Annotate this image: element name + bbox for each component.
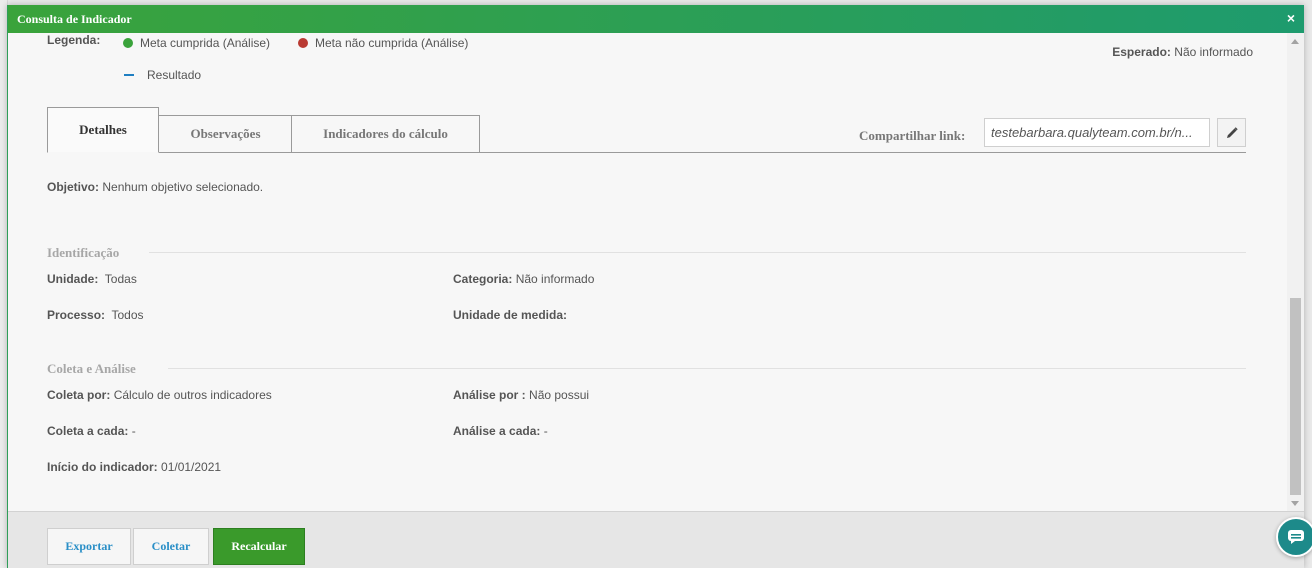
collect-by-field: Coleta por: Cálculo de outros indicadore…: [47, 388, 272, 402]
analysis-every-field: Análise a cada: -: [453, 424, 548, 438]
chat-icon: [1288, 530, 1304, 544]
legend-result-label: Resultado: [147, 68, 202, 82]
section-divider: [168, 368, 1246, 369]
analysis-every-label: Análise a cada:: [453, 424, 541, 438]
collect-by-label: Coleta por:: [47, 388, 111, 402]
scroll-thumb[interactable]: [1290, 298, 1301, 495]
scroll-up-icon[interactable]: [1291, 39, 1299, 44]
modal-header: Consulta de Indicador ×: [8, 5, 1304, 33]
share-link-input[interactable]: testebarbara.qualyteam.com.br/n...: [984, 118, 1210, 147]
analysis-by-label: Análise por :: [453, 388, 526, 402]
chat-button[interactable]: [1276, 517, 1312, 557]
blue-dash-icon: [124, 74, 134, 76]
analysis-by-value: Não possui: [529, 388, 590, 402]
vertical-scrollbar[interactable]: [1287, 33, 1304, 511]
collect-button[interactable]: Coletar: [133, 528, 209, 565]
objective-label: Objetivo:: [47, 180, 100, 194]
modal-title: Consulta de Indicador: [17, 12, 132, 26]
unit-label: Unidade:: [47, 272, 99, 286]
section-collection-title: Coleta e Análise: [47, 361, 136, 376]
legend-item-not-met: Meta não cumprida (Análise): [298, 36, 468, 50]
tab-calculation-indicators[interactable]: Indicadores do cálculo: [291, 115, 480, 153]
expected-text: Não informado: [1174, 45, 1253, 59]
legend-not-met-label: Meta não cumprida (Análise): [315, 36, 469, 50]
collect-by-value: Cálculo de outros indicadores: [113, 388, 272, 402]
analysis-by-field: Análise por : Não possui: [453, 388, 589, 402]
scroll-down-icon[interactable]: [1291, 501, 1299, 506]
process-label: Processo:: [47, 308, 106, 322]
tab-observations[interactable]: Observações: [158, 115, 293, 153]
section-identification-title: Identificação: [47, 245, 120, 260]
process-value: Todos: [111, 308, 144, 322]
category-value: Não informado: [515, 272, 595, 286]
section-divider: [149, 252, 1246, 253]
measure-unit-field: Unidade de medida:: [453, 308, 567, 322]
edit-link-button[interactable]: [1217, 118, 1246, 147]
recalculate-button[interactable]: Recalcular: [213, 528, 305, 565]
legend-met-label: Meta cumprida (Análise): [140, 36, 271, 50]
legend-item-result: Resultado: [124, 68, 201, 82]
collect-every-value: -: [131, 424, 136, 438]
pencil-icon: [1226, 126, 1238, 138]
analysis-every-value: -: [543, 424, 548, 438]
objective-field: Objetivo: Nenhum objetivo selecionado.: [47, 180, 263, 194]
objective-value: Nenhum objetivo selecionado.: [102, 180, 264, 194]
start-date-field: Início do indicador: 01/01/2021: [47, 460, 221, 474]
indicator-modal: Consulta de Indicador × Legenda: Meta cu…: [7, 5, 1304, 568]
expected-label: Esperado:: [1112, 45, 1171, 59]
legend-label: Legenda:: [47, 33, 101, 47]
unit-field: Unidade: Todas: [47, 272, 137, 286]
start-date-label: Início do indicador:: [47, 460, 158, 474]
category-field: Categoria: Não informado: [453, 272, 594, 286]
modal-body: Legenda: Meta cumprida (Análise) Meta nã…: [8, 33, 1288, 511]
expected-value: Esperado: Não informado: [1112, 45, 1253, 59]
close-button[interactable]: ×: [1287, 10, 1295, 26]
measure-unit-label: Unidade de medida:: [453, 308, 568, 322]
export-button[interactable]: Exportar: [47, 528, 131, 565]
red-dot-icon: [298, 38, 308, 48]
tab-details[interactable]: Detalhes: [47, 107, 159, 153]
collect-every-label: Coleta a cada:: [47, 424, 129, 438]
legend-item-met: Meta cumprida (Análise): [123, 36, 270, 50]
unit-value: Todas: [104, 272, 137, 286]
share-link-label: Compartilhar link:: [859, 128, 966, 143]
process-field: Processo: Todos: [47, 308, 144, 322]
green-dot-icon: [123, 38, 133, 48]
start-date-value: 01/01/2021: [161, 460, 222, 474]
category-label: Categoria:: [453, 272, 513, 286]
collect-every-field: Coleta a cada: -: [47, 424, 136, 438]
modal-footer: Exportar Coletar Recalcular: [8, 511, 1304, 568]
